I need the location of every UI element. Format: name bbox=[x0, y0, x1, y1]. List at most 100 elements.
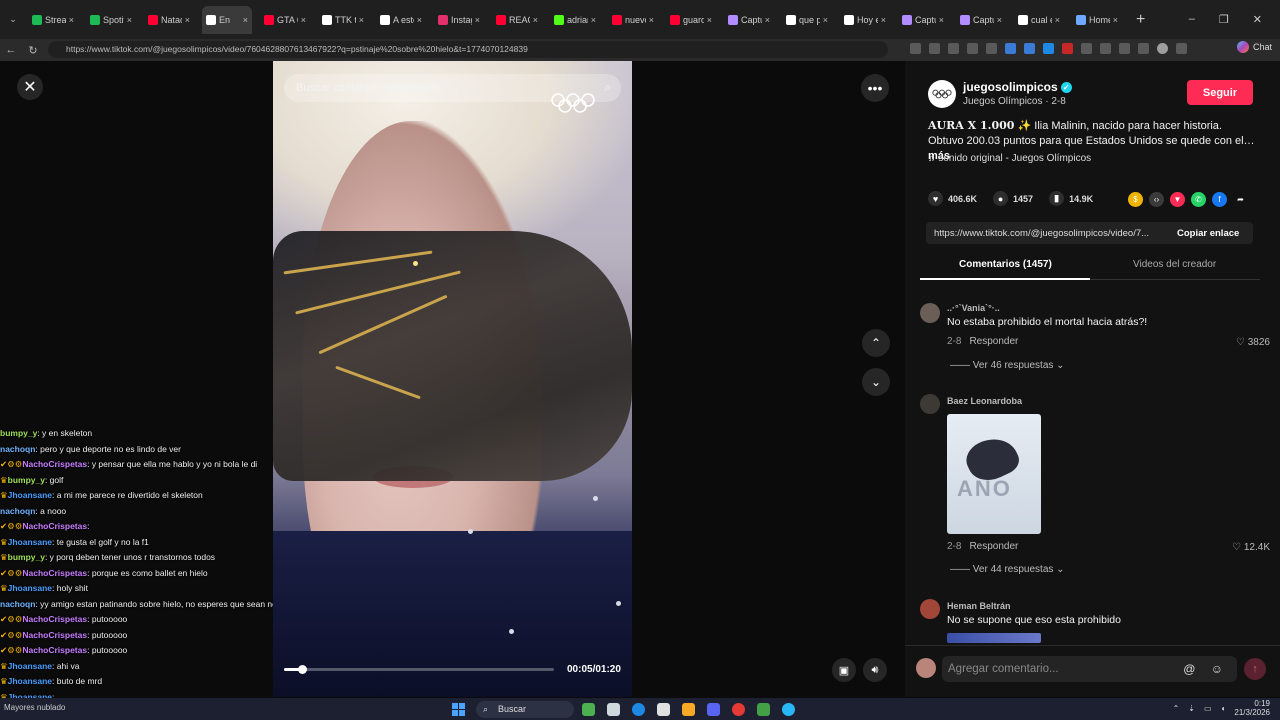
comment-image[interactable] bbox=[947, 633, 1041, 643]
browser-tab[interactable]: adrian× bbox=[550, 6, 600, 34]
windows-start-icon[interactable] bbox=[452, 703, 465, 716]
tab-close-icon[interactable]: × bbox=[765, 15, 770, 25]
like-stat[interactable]: ♥ 406.6K bbox=[928, 191, 977, 206]
tab-creator-videos[interactable]: Videos del creador bbox=[1133, 259, 1216, 270]
copy-link-button[interactable]: Copiar enlace bbox=[1171, 228, 1239, 239]
close-video-button[interactable]: ✕ bbox=[17, 74, 43, 100]
video-link-text[interactable]: https://www.tiktok.com/@juegosolimpicos/… bbox=[926, 228, 1171, 239]
back-icon[interactable]: ← bbox=[0, 44, 22, 56]
chat-username[interactable]: NachoCrispetas bbox=[22, 630, 87, 640]
usb-icon[interactable]: ⇣ bbox=[1188, 704, 1195, 713]
tab-close-icon[interactable]: × bbox=[1055, 15, 1060, 25]
send-comment-button[interactable]: ↑ bbox=[1244, 658, 1266, 680]
edge-icon[interactable] bbox=[632, 703, 645, 716]
share-arrow-icon[interactable]: ➦ bbox=[1233, 192, 1248, 207]
chat-username[interactable]: NachoCrispetas bbox=[22, 459, 87, 469]
weather-widget[interactable]: Mayores nublado bbox=[4, 703, 65, 712]
send-icon[interactable]: ▼ bbox=[1170, 192, 1185, 207]
extension-icon[interactable] bbox=[1081, 43, 1092, 54]
commenter-avatar[interactable] bbox=[920, 394, 940, 414]
tab-close-icon[interactable]: × bbox=[475, 15, 480, 25]
mention-emoji-icons[interactable]: @ ☺ bbox=[1183, 656, 1229, 682]
chat-username[interactable]: Jhoansane bbox=[8, 661, 52, 671]
tab-comments[interactable]: Comentarios (1457) bbox=[959, 259, 1052, 270]
volume-icon[interactable]: ◖ bbox=[1221, 704, 1226, 713]
comment-stat[interactable]: ● 1457 bbox=[993, 191, 1033, 206]
view-replies-button[interactable]: —— Ver 44 respuestas ⌄ bbox=[950, 564, 1065, 575]
browser-tab[interactable]: que pa× bbox=[782, 6, 832, 34]
tab-close-icon[interactable]: × bbox=[881, 15, 886, 25]
browser-tab[interactable]: Instagr× bbox=[434, 6, 484, 34]
tab-close-icon[interactable]: × bbox=[359, 15, 364, 25]
app-icon[interactable] bbox=[782, 703, 795, 716]
chat-username[interactable]: nachoqn bbox=[0, 444, 35, 454]
clock[interactable]: 0:19 21/3/2026 bbox=[1234, 699, 1270, 717]
menu-icon[interactable] bbox=[1176, 43, 1187, 54]
share-icon[interactable] bbox=[967, 43, 978, 54]
minimize-button[interactable]: – bbox=[1189, 13, 1195, 26]
chat-username[interactable]: NachoCrispetas bbox=[22, 614, 87, 624]
progress-knob[interactable] bbox=[297, 665, 307, 674]
file-explorer-icon[interactable] bbox=[682, 703, 695, 716]
tab-close-icon[interactable]: × bbox=[301, 15, 306, 25]
chat-username[interactable]: nachoqn bbox=[0, 506, 35, 516]
chat-username[interactable]: Jhoansane bbox=[8, 537, 52, 547]
app-icon[interactable] bbox=[732, 703, 745, 716]
app-icon[interactable] bbox=[757, 703, 770, 716]
browser-tab[interactable]: Captur× bbox=[898, 6, 948, 34]
bookmark-star-icon[interactable] bbox=[986, 43, 997, 54]
comment-input[interactable]: Agregar comentario... @ ☺ bbox=[942, 656, 1237, 682]
browser-tab[interactable]: Natació× bbox=[144, 6, 194, 34]
url-field[interactable]: https://www.tiktok.com/@juegosolimpicos/… bbox=[48, 41, 888, 58]
pip-button[interactable]: ▣ bbox=[832, 658, 856, 682]
previous-video-button[interactable]: ⌃ bbox=[862, 329, 890, 357]
extension-icon[interactable] bbox=[1062, 43, 1073, 54]
browser-tab[interactable]: Captur× bbox=[724, 6, 774, 34]
tab-close-icon[interactable]: × bbox=[1113, 15, 1118, 25]
browser-tab[interactable]: A esto× bbox=[376, 6, 426, 34]
tab-close-icon[interactable]: × bbox=[823, 15, 828, 25]
chat-username[interactable]: bumpy_y bbox=[8, 475, 45, 485]
store-icon[interactable] bbox=[657, 703, 670, 716]
next-video-button[interactable]: ⌄ bbox=[862, 368, 890, 396]
new-tab-button[interactable]: + bbox=[1136, 11, 1145, 29]
tab-close-icon[interactable]: × bbox=[69, 15, 74, 25]
creator-avatar[interactable] bbox=[928, 80, 956, 108]
chat-username[interactable]: NachoCrispetas bbox=[22, 568, 87, 578]
tab-close-icon[interactable]: × bbox=[707, 15, 712, 25]
app-icon[interactable] bbox=[582, 703, 595, 716]
browser-tab[interactable]: guarde× bbox=[666, 6, 716, 34]
browser-tab[interactable]: GTA 6× bbox=[260, 6, 310, 34]
chat-username[interactable]: nachoqn bbox=[0, 599, 35, 609]
browser-tab[interactable]: TTK te× bbox=[318, 6, 368, 34]
chevron-up-icon[interactable]: ⌃ bbox=[1173, 704, 1180, 713]
tab-close-icon[interactable]: × bbox=[591, 15, 596, 25]
reader-icon[interactable] bbox=[910, 43, 921, 54]
profile-avatar[interactable] bbox=[1157, 43, 1168, 54]
copilot-chat-button[interactable]: Chat bbox=[1236, 41, 1272, 53]
maximize-button[interactable]: ❐ bbox=[1219, 13, 1229, 26]
translate-icon[interactable] bbox=[929, 43, 940, 54]
video-player[interactable] bbox=[273, 61, 632, 697]
volume-button[interactable]: 🔊︎ bbox=[863, 658, 887, 682]
tab-close-icon[interactable]: × bbox=[417, 15, 422, 25]
browser-tab[interactable]: Spotify× bbox=[86, 6, 136, 34]
browser-tab[interactable]: REACC× bbox=[492, 6, 542, 34]
commenter-name[interactable]: Baez Leonardoba bbox=[947, 396, 1022, 406]
chat-username[interactable]: bumpy_y bbox=[0, 428, 37, 438]
taskbar-search[interactable]: ⌕ Buscar bbox=[476, 701, 574, 718]
chat-username[interactable]: bumpy_y bbox=[8, 552, 45, 562]
facebook-icon[interactable]: f bbox=[1212, 192, 1227, 207]
chat-username[interactable]: Jhoansane bbox=[8, 676, 52, 686]
commenter-name[interactable]: ..·°`Vania`°·.. bbox=[947, 303, 1000, 313]
more-options-button[interactable]: ••• bbox=[861, 74, 889, 102]
extension-icon[interactable] bbox=[1005, 43, 1016, 54]
tab-close-icon[interactable]: × bbox=[649, 15, 654, 25]
comment-image[interactable]: ANO bbox=[947, 414, 1041, 534]
zoom-icon[interactable] bbox=[948, 43, 959, 54]
tab-list-button[interactable]: ⌄ bbox=[4, 11, 22, 29]
follow-button[interactable]: Seguir bbox=[1187, 80, 1253, 105]
embed-icon[interactable]: ‹› bbox=[1149, 192, 1164, 207]
browser-tab[interactable]: cual es× bbox=[1014, 6, 1064, 34]
reply-button[interactable]: Responder bbox=[969, 541, 1018, 552]
